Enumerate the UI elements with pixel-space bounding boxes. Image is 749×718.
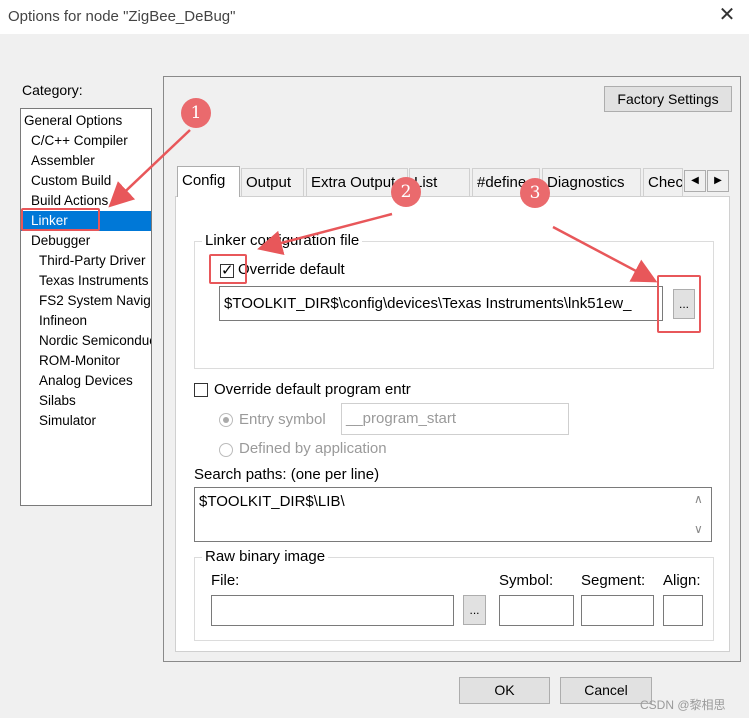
annotation-badge-2: 2 [391,177,421,207]
arrow-1 [108,129,191,208]
annotation-arrows [108,129,658,283]
watermark: CSDN @黎相思 [640,698,726,712]
arrow-3 [552,225,658,283]
annotation-badge-3: 3 [520,178,550,208]
annotation-badge-1: 1 [181,98,211,128]
arrow-2 [257,212,393,256]
